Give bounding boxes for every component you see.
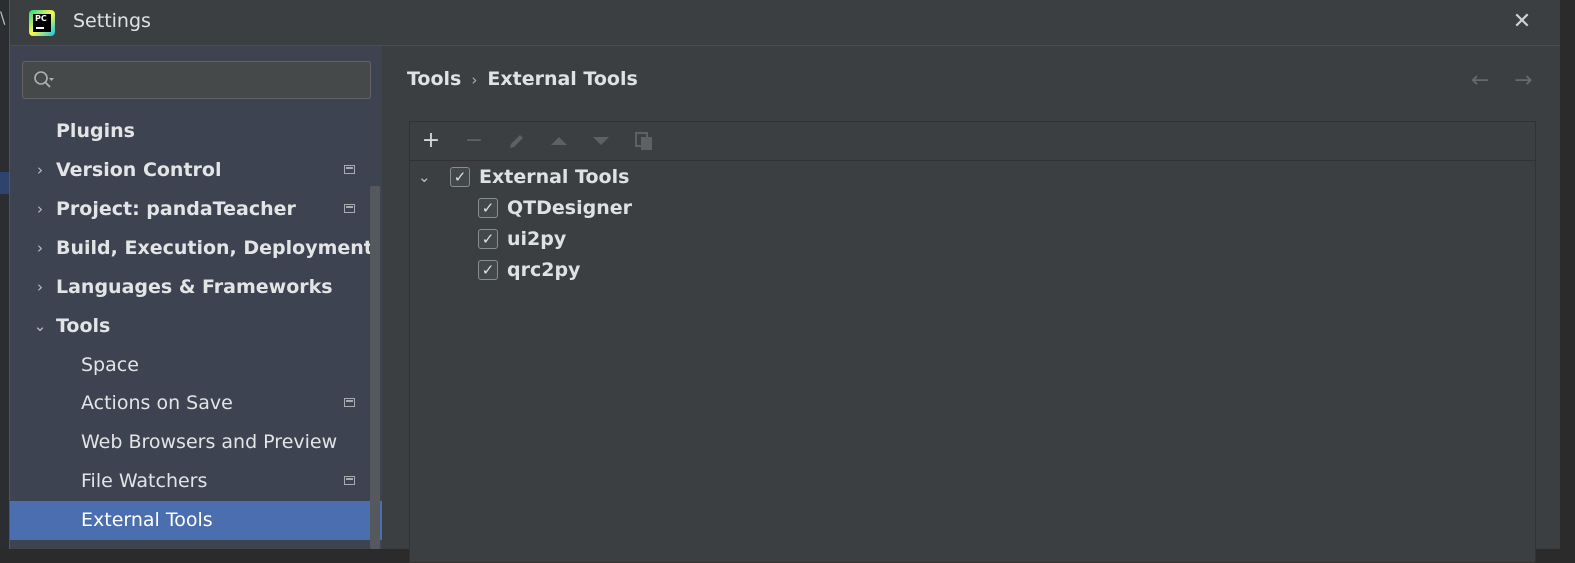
sidebar-item[interactable]: Web Browsers and Preview — [10, 423, 382, 462]
sidebar-item[interactable]: Actions on Save — [10, 384, 382, 423]
group-label: External Tools — [479, 166, 630, 188]
sidebar-item-label: Web Browsers and Preview — [81, 431, 338, 453]
settings-dialog: PC Settings ✕ Plugins › Version Control › Pr… — [9, 0, 1560, 563]
tool-item-row[interactable]: ✓ QTDesigner — [410, 193, 1530, 224]
sidebar-item-label: Space — [81, 354, 139, 376]
tool-label: QTDesigner — [507, 197, 632, 219]
tool-label: ui2py — [507, 228, 567, 250]
sidebar-item-label: Actions on Save — [81, 392, 233, 414]
search-field[interactable] — [22, 61, 371, 99]
sidebar-item[interactable]: External Tools — [10, 501, 382, 540]
breadcrumb-parent[interactable]: Tools — [407, 68, 461, 90]
content-pane: Tools › External Tools ← → + − ⌄ ✓ Exter… — [383, 46, 1560, 563]
project-level-icon — [344, 398, 355, 407]
sidebar-item-label: Project: pandaTeacher — [56, 198, 296, 220]
remove-button[interactable]: − — [461, 128, 487, 154]
copy-icon[interactable] — [631, 128, 657, 154]
settings-sidebar: Plugins › Version Control › Project: pandaTe… — [10, 46, 382, 549]
tool-item-row[interactable]: ✓ ui2py — [410, 224, 1530, 255]
sidebar-item[interactable]: Plugins — [10, 112, 382, 151]
tool-checkbox[interactable]: ✓ — [478, 229, 498, 249]
forward-arrow-icon[interactable]: → — [1514, 68, 1532, 93]
move-up-icon[interactable] — [546, 128, 572, 154]
chevron-right-icon[interactable]: › — [32, 268, 48, 307]
sidebar-item[interactable]: › Languages & Frameworks — [10, 268, 382, 307]
chevron-right-icon[interactable]: › — [32, 190, 48, 229]
breadcrumb-separator: › — [471, 71, 478, 89]
project-level-icon — [344, 204, 355, 213]
project-level-icon — [344, 165, 355, 174]
tool-label: qrc2py — [507, 259, 581, 281]
close-icon[interactable]: ✕ — [1510, 10, 1534, 34]
bg-fragment — [0, 172, 9, 194]
group-checkbox[interactable]: ✓ — [450, 167, 470, 187]
external-tools-panel: + − ⌄ ✓ External Tools ✓ QTDesigner ✓ ui… — [409, 121, 1536, 563]
sidebar-item[interactable]: File Watchers — [10, 462, 382, 501]
tool-item-row[interactable]: ✓ qrc2py — [410, 255, 1530, 286]
bg-fragment: \ — [0, 8, 6, 27]
breadcrumb-current: External Tools — [487, 68, 638, 90]
sidebar-item-label: File Watchers — [81, 470, 208, 492]
sidebar-item[interactable]: › Version Control — [10, 151, 382, 190]
sidebar-item[interactable]: Space — [10, 346, 382, 385]
tools-group-row[interactable]: ⌄ ✓ External Tools — [410, 162, 1530, 193]
pycharm-logo-icon: PC — [29, 10, 55, 36]
tool-checkbox[interactable]: ✓ — [478, 198, 498, 218]
chevron-right-icon[interactable]: › — [32, 151, 48, 190]
sidebar-item-label: Tools — [56, 315, 111, 337]
search-input[interactable] — [63, 67, 357, 93]
window-title: Settings — [73, 10, 151, 32]
breadcrumb: Tools › External Tools — [407, 68, 638, 90]
tool-checkbox[interactable]: ✓ — [478, 260, 498, 280]
chevron-down-icon[interactable]: ⌄ — [418, 162, 431, 193]
search-icon — [34, 71, 54, 88]
sidebar-item[interactable]: ⌄ Tools — [10, 307, 382, 346]
sidebar-item-label: Build, Execution, Deployment — [56, 237, 373, 259]
sidebar-item[interactable]: › Project: pandaTeacher — [10, 190, 382, 229]
sidebar-scrollbar[interactable] — [370, 186, 380, 549]
project-level-icon — [344, 476, 355, 485]
sidebar-item-label: Version Control — [56, 159, 222, 181]
sidebar-item-label: Plugins — [56, 120, 135, 142]
sidebar-item-label: Languages & Frameworks — [56, 276, 333, 298]
chevron-down-icon[interactable]: ⌄ — [32, 307, 48, 346]
background-ide-strip: \ — [0, 0, 9, 549]
pencil-icon[interactable] — [504, 128, 530, 154]
chevron-right-icon[interactable]: › — [32, 229, 48, 268]
title-bar: PC Settings ✕ — [10, 0, 1560, 46]
sidebar-item[interactable]: › Build, Execution, Deployment — [10, 229, 382, 268]
move-down-icon[interactable] — [588, 128, 614, 154]
add-button[interactable]: + — [418, 128, 444, 154]
back-arrow-icon[interactable]: ← — [1471, 68, 1489, 93]
sidebar-item-label: External Tools — [81, 509, 213, 531]
tools-toolbar: + − — [410, 122, 1535, 161]
